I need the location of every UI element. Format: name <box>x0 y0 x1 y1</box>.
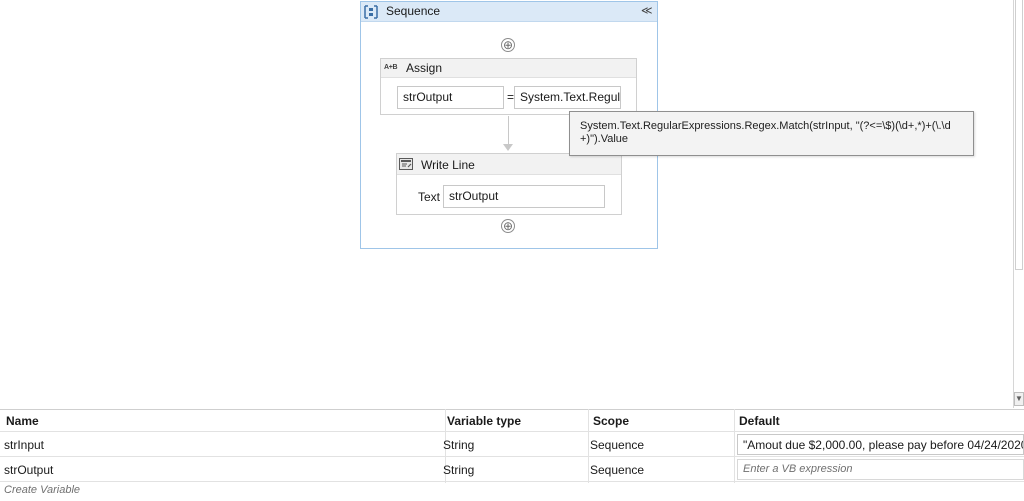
text-property-field[interactable]: strOutput <box>443 185 605 208</box>
variable-type-cell[interactable]: String <box>443 463 474 477</box>
column-separator[interactable] <box>588 409 589 483</box>
column-separator[interactable] <box>734 409 735 483</box>
expression-tooltip: System.Text.RegularExpressions.Regex.Mat… <box>569 111 974 156</box>
add-activity-icon[interactable]: ⊕ <box>501 219 515 233</box>
row-divider <box>0 481 1024 482</box>
column-header-name[interactable]: Name <box>6 414 39 428</box>
connector-arrow-icon <box>503 144 513 151</box>
text-property-label: Text <box>418 190 441 204</box>
variable-scope-cell[interactable]: Sequence <box>590 463 644 477</box>
assign-to-field[interactable]: strOutput <box>397 86 504 109</box>
variable-scope-cell[interactable]: Sequence <box>590 438 644 452</box>
scroll-down-arrow-icon[interactable]: ▼ <box>1014 392 1024 406</box>
assign-equals-sign: = <box>507 90 515 104</box>
variable-default-field[interactable]: Enter a VB expression <box>737 459 1024 480</box>
assign-value-field[interactable]: System.Text.Regul <box>514 86 621 109</box>
write-line-icon <box>399 158 413 170</box>
assign-title: Assign <box>406 61 443 75</box>
collapse-icon[interactable]: ≪ <box>641 4 653 17</box>
variable-name-cell[interactable]: strOutput <box>4 463 53 477</box>
variable-default-field[interactable]: "Amout due $2,000.00, please pay before … <box>737 434 1024 455</box>
sequence-title: Sequence <box>386 4 441 18</box>
sequence-icon <box>363 4 379 20</box>
scrollbar-thumb[interactable] <box>1015 0 1023 270</box>
assign-icon: A+B <box>384 64 398 71</box>
row-divider <box>0 456 1024 457</box>
flow-connector <box>508 116 509 146</box>
column-header-variable-type[interactable]: Variable type <box>447 414 521 428</box>
column-header-default[interactable]: Default <box>739 414 780 428</box>
row-divider <box>0 431 1024 432</box>
add-activity-icon[interactable]: ⊕ <box>501 38 515 52</box>
variable-name-cell[interactable]: strInput <box>4 438 44 452</box>
write-line-title: Write Line <box>421 158 475 172</box>
variable-type-cell[interactable]: String <box>443 438 474 452</box>
create-variable-link[interactable]: Create Variable <box>4 484 80 496</box>
column-header-scope[interactable]: Scope <box>593 414 629 428</box>
